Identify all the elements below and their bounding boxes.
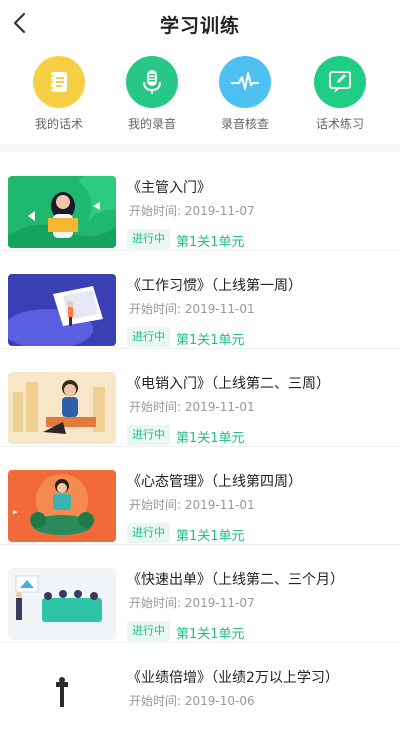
quick-nav-recording-check[interactable]: 录音核查: [199, 56, 291, 132]
app-header: 学习训练: [0, 0, 400, 48]
course-thumbnail: [8, 568, 116, 640]
course-title: 《心态管理》（上线第四周）: [127, 474, 302, 490]
course-thumbnail: [8, 176, 116, 248]
edit-chat-icon: [314, 56, 366, 108]
course-start-date: 开始时间: 2019-11-01: [129, 498, 255, 512]
course-progress: 第1关1单元: [176, 235, 245, 250]
course-item[interactable]: 《电销入门》（上线第二、三周） 开始时间: 2019-11-01 进行中 第1关…: [0, 348, 400, 447]
course-start-date: 开始时间: 2019-11-01: [129, 400, 255, 414]
course-start-date: 开始时间: 2019-11-01: [129, 302, 255, 316]
status-badge: 进行中: [127, 425, 170, 445]
quick-nav-my-recordings[interactable]: 我的录音: [106, 56, 198, 132]
course-item[interactable]: 《工作习惯》（上线第一周） 开始时间: 2019-11-01 进行中 第1关1单…: [0, 250, 400, 349]
quick-nav-label: 话术练习: [315, 117, 364, 131]
quick-nav-script-practice[interactable]: 话术练习: [294, 56, 386, 132]
quick-nav-my-scripts[interactable]: 我的话术: [13, 56, 105, 132]
waveform-icon: [219, 56, 271, 108]
quick-nav-label: 录音核查: [220, 117, 269, 131]
course-thumbnail: [8, 666, 116, 738]
course-progress: 第1关1单元: [176, 529, 245, 544]
course-item[interactable]: 《主管入门》 开始时间: 2019-11-07 进行中 第1关1单元: [0, 152, 400, 251]
page-title: 学习训练: [159, 15, 240, 37]
course-progress: 第1关1单元: [176, 431, 245, 446]
course-progress: 第1关1单元: [176, 333, 245, 348]
course-item[interactable]: 《快速出单》（上线第二、三个月） 开始时间: 2019-11-07 进行中 第1…: [0, 544, 400, 643]
quick-nav-label: 我的录音: [127, 117, 176, 131]
course-title: 《电销入门》（上线第二、三周）: [127, 376, 330, 392]
course-thumbnail: [8, 470, 116, 542]
course-start-date: 开始时间: 2019-11-07: [129, 596, 255, 610]
status-badge: 进行中: [127, 229, 170, 249]
status-badge: 进行中: [127, 523, 170, 543]
course-start-date: 开始时间: 2019-10-06: [129, 694, 255, 708]
status-badge: 进行中: [127, 327, 170, 347]
course-title: 《工作习惯》（上线第一周）: [127, 278, 302, 294]
course-item[interactable]: 《心态管理》（上线第四周） 开始时间: 2019-11-01 进行中 第1关1单…: [0, 446, 400, 545]
course-start-date: 开始时间: 2019-11-07: [129, 204, 255, 218]
script-book-icon: [33, 56, 85, 108]
status-badge: 进行中: [127, 621, 170, 641]
quick-nav: 我的话术 我的录音 录音核查 话术练习: [0, 56, 400, 136]
course-title: 《快速出单》（上线第二、三个月）: [127, 572, 344, 588]
course-thumbnail: [8, 274, 116, 346]
course-title: 《主管入门》: [127, 180, 211, 196]
course-thumbnail: [8, 372, 116, 444]
course-title: 《业绩倍增》（业绩2万以上学习）: [127, 670, 339, 686]
microphone-icon: [126, 56, 178, 108]
quick-nav-label: 我的话术: [34, 117, 83, 131]
section-divider: [0, 144, 400, 152]
course-progress: 第1关1单元: [176, 627, 245, 642]
course-item[interactable]: 《业绩倍增》（业绩2万以上学习） 开始时间: 2019-10-06: [0, 642, 400, 740]
